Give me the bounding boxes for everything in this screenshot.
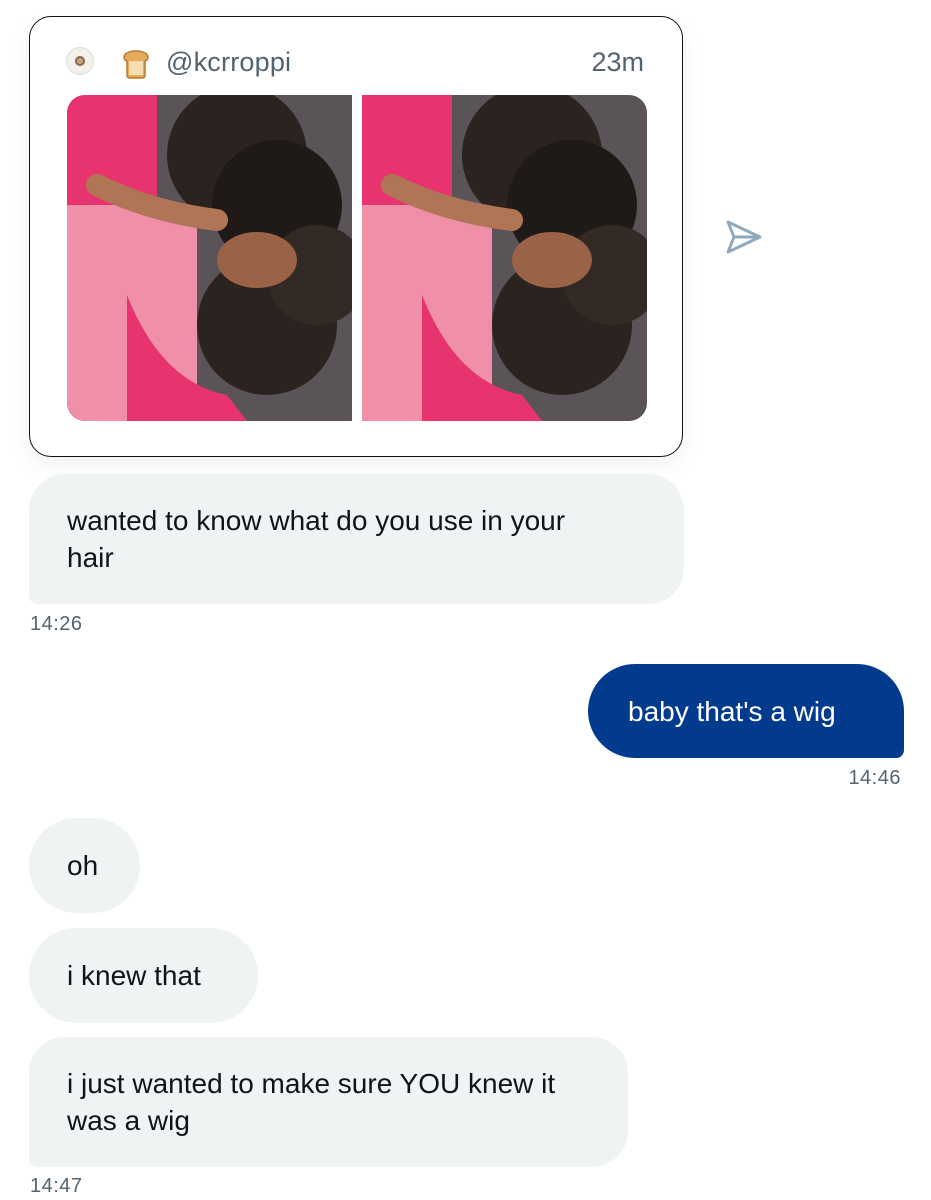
- shared-post-card[interactable]: @kcrroppi 23m: [29, 16, 683, 457]
- message-timestamp: 14:26: [30, 613, 83, 635]
- bread-emoji-icon: [123, 50, 149, 79]
- message-text: baby that's a wig: [628, 695, 836, 727]
- incoming-message[interactable]: wanted to know what do you use in your h…: [29, 474, 684, 604]
- share-send-icon[interactable]: [720, 214, 766, 260]
- shared-post-header: @kcrroppi 23m: [66, 45, 644, 81]
- message-text: i just wanted to make sure YOU knew it w…: [67, 1068, 556, 1136]
- incoming-message[interactable]: i just wanted to make sure YOU knew it w…: [29, 1037, 628, 1167]
- message-text: oh: [67, 850, 99, 881]
- message-text: wanted to know what do you use in your h…: [67, 505, 566, 573]
- avatar[interactable]: [66, 47, 94, 75]
- post-media[interactable]: [67, 95, 647, 421]
- post-photo[interactable]: [362, 95, 647, 421]
- message-timestamp: 14:47: [30, 1175, 83, 1197]
- post-author-handle[interactable]: @kcrroppi: [166, 47, 291, 78]
- outgoing-message[interactable]: baby that's a wig: [588, 664, 904, 758]
- incoming-message[interactable]: i knew that: [29, 928, 258, 1023]
- incoming-message[interactable]: oh: [29, 818, 140, 913]
- post-age: 23m: [591, 47, 644, 77]
- post-photo[interactable]: [67, 95, 352, 421]
- message-text: i knew that: [67, 960, 201, 991]
- message-timestamp: 14:46: [848, 767, 901, 789]
